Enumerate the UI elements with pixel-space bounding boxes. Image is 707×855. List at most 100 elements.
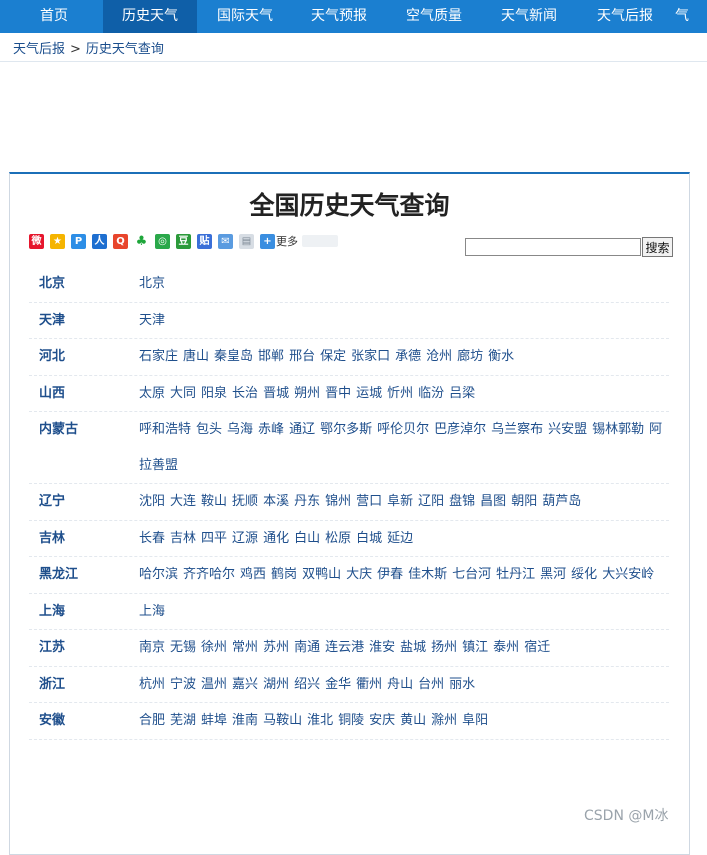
city-link[interactable]: 承德 [395,349,421,364]
city-link[interactable]: 通辽 [289,422,315,437]
city-link[interactable]: 南通 [294,640,320,655]
city-link[interactable]: 徐州 [201,640,227,655]
city-link[interactable]: 七台河 [452,567,491,582]
city-link[interactable]: 晋城 [263,386,289,401]
city-link[interactable]: 昌图 [480,494,506,509]
city-link[interactable]: 安庆 [369,713,395,728]
city-link[interactable]: 忻州 [387,386,413,401]
city-link[interactable]: 丽水 [449,677,475,692]
city-link[interactable]: 本溪 [263,494,289,509]
douban-share-icon[interactable]: 豆 [176,233,191,249]
city-link[interactable]: 辽阳 [418,494,444,509]
city-link[interactable]: 石家庄 [139,349,178,364]
search-button[interactable]: 搜索 [642,237,673,257]
city-link[interactable]: 呼和浩特 [139,422,191,437]
city-link[interactable]: 营口 [356,494,382,509]
nav-item-international-weather[interactable]: 国际天气 [198,0,292,33]
province-name[interactable]: 内蒙古 [39,412,129,448]
city-link[interactable]: 乌兰察布 [491,422,543,437]
city-link[interactable]: 淮南 [232,713,258,728]
city-link[interactable]: 兴安盟 [548,422,587,437]
city-link[interactable]: 佳木斯 [408,567,447,582]
nav-item-home[interactable]: 首页 [7,0,101,33]
city-link[interactable]: 辽源 [232,531,258,546]
city-link[interactable]: 杭州 [139,677,165,692]
renren-share-icon[interactable]: 人 [92,233,107,249]
province-name[interactable]: 河北 [39,339,129,375]
city-link[interactable]: 包头 [196,422,222,437]
nav-item-history-weather[interactable]: 历史天气 [103,0,197,33]
province-name[interactable]: 上海 [39,594,129,630]
city-link[interactable]: 温州 [201,677,227,692]
province-name[interactable]: 北京 [39,266,129,302]
city-link[interactable]: 滁州 [431,713,457,728]
city-link[interactable]: 衡水 [488,349,514,364]
city-link[interactable]: 锦州 [325,494,351,509]
province-name[interactable]: 浙江 [39,667,129,703]
city-link[interactable]: 鹤岗 [271,567,297,582]
nav-item-forecast[interactable]: 天气预报 [292,0,386,33]
city-link[interactable]: 运城 [356,386,382,401]
weibo-share-icon[interactable]: 微 [29,233,44,249]
city-link[interactable]: 泰州 [493,640,519,655]
nav-item-air-quality[interactable]: 空气质量 [387,0,481,33]
city-link[interactable]: 秦皇岛 [214,349,253,364]
city-link[interactable]: 太原 [139,386,165,401]
city-link[interactable]: 鞍山 [201,494,227,509]
city-link[interactable]: 宿迁 [524,640,550,655]
city-link[interactable]: 盐城 [400,640,426,655]
nav-item-weather-news[interactable]: 天气新闻 [482,0,576,33]
breadcrumb-current[interactable]: 历史天气查询 [86,42,164,57]
city-link[interactable]: 衢州 [356,677,382,692]
city-link[interactable]: 南京 [139,640,165,655]
city-link[interactable]: 延边 [387,531,413,546]
city-link[interactable]: 邯郸 [258,349,284,364]
clover-share-icon[interactable]: ♣ [134,233,149,249]
city-link[interactable]: 绍兴 [294,677,320,692]
copy-share-icon[interactable]: ▤ [239,233,254,249]
city-link[interactable]: 白城 [356,531,382,546]
city-link[interactable]: 沈阳 [139,494,165,509]
city-link[interactable]: 松原 [325,531,351,546]
plus-share-icon[interactable]: + [260,233,275,249]
city-link[interactable]: 齐齐哈尔 [183,567,235,582]
city-link[interactable]: 巴彦淖尔 [434,422,486,437]
city-link[interactable]: 邢台 [289,349,315,364]
city-link[interactable]: 连云港 [325,640,364,655]
city-link[interactable]: 白山 [294,531,320,546]
province-name[interactable]: 山西 [39,376,129,412]
city-link[interactable]: 大庆 [346,567,372,582]
city-link[interactable]: 大连 [170,494,196,509]
city-link[interactable]: 蚌埠 [201,713,227,728]
city-link[interactable]: 廊坊 [457,349,483,364]
tencent-weibo-share-icon[interactable]: P [71,233,86,249]
city-link[interactable]: 阜新 [387,494,413,509]
city-link[interactable]: 黑河 [540,567,566,582]
city-link[interactable]: 吉林 [170,531,196,546]
city-link[interactable]: 抚顺 [232,494,258,509]
city-link[interactable]: 朝阳 [511,494,537,509]
city-link[interactable]: 宁波 [170,677,196,692]
city-link[interactable]: 阳泉 [201,386,227,401]
circle-share-icon[interactable]: ◎ [155,233,170,249]
city-link[interactable]: 湖州 [263,677,289,692]
province-name[interactable]: 辽宁 [39,484,129,520]
city-link[interactable]: 苏州 [263,640,289,655]
city-link[interactable]: 黄山 [400,713,426,728]
city-link[interactable]: 大兴安岭 [602,567,654,582]
city-link[interactable]: 马鞍山 [263,713,302,728]
tieba-share-icon[interactable]: 贴 [197,233,212,249]
city-link[interactable]: 通化 [263,531,289,546]
city-link[interactable]: 北京 [139,276,165,291]
province-name[interactable]: 天津 [39,303,129,339]
city-link[interactable]: 保定 [320,349,346,364]
city-link[interactable]: 金华 [325,677,351,692]
nav-item-truncated[interactable]: 气 [675,0,707,33]
city-link[interactable]: 无锡 [170,640,196,655]
city-link[interactable]: 鸡西 [240,567,266,582]
qq-share-icon[interactable]: Q [113,233,128,249]
city-link[interactable]: 常州 [232,640,258,655]
city-link[interactable]: 葫芦岛 [542,494,581,509]
breadcrumb-home-link[interactable]: 天气后报 [13,42,65,57]
city-link[interactable]: 鄂尔多斯 [320,422,372,437]
